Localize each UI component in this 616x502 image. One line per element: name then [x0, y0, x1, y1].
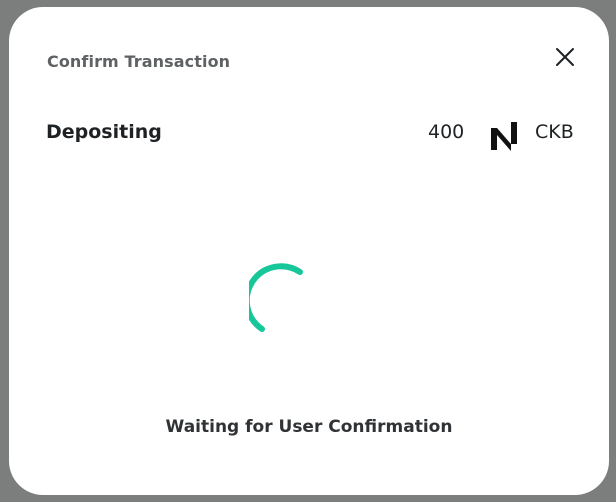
depositing-label: Depositing: [46, 121, 162, 143]
token-symbol: CKB: [535, 121, 574, 143]
modal-title: Confirm Transaction: [47, 52, 231, 71]
waiting-status-text: Waiting for User Confirmation: [165, 417, 453, 437]
nervos-ckb-logo-icon: [489, 120, 519, 152]
close-button[interactable]: [553, 45, 577, 69]
loading-spinner: [249, 255, 329, 335]
close-icon: [556, 48, 574, 66]
deposit-amount: 400: [428, 121, 465, 143]
confirm-transaction-modal: Confirm Transaction Depositing 400 CKB W…: [9, 7, 609, 495]
